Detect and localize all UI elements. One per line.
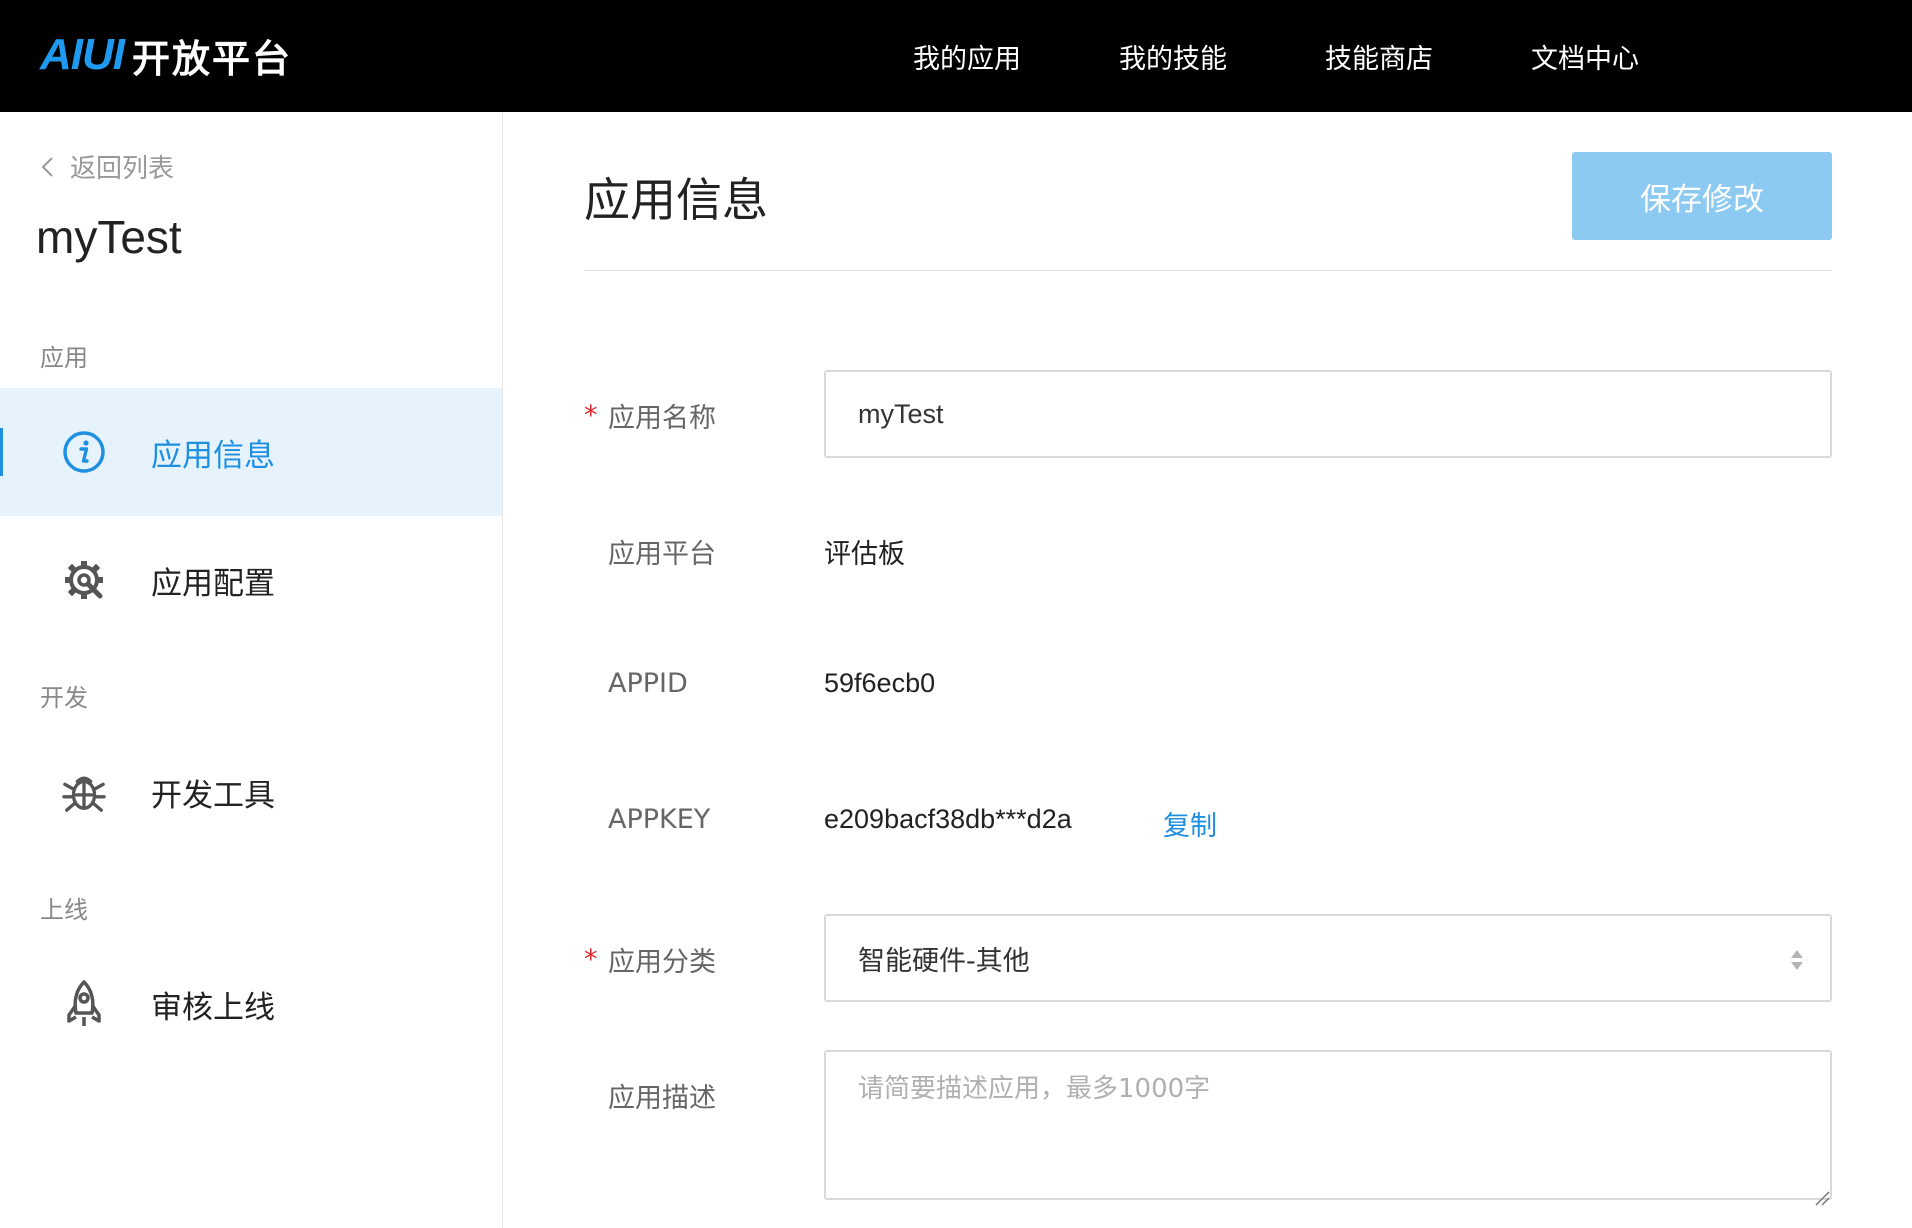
- sidebar-item-app-config[interactable]: 应用配置: [0, 516, 502, 644]
- app-platform-value: 评估板: [824, 539, 905, 569]
- sidebar: 返回列表 myTest 应用 应用信息 应用配置 开发 开发工具 上线 审核上线: [0, 112, 503, 1228]
- copy-appkey-link[interactable]: 复制: [1163, 804, 1217, 843]
- back-label: 返回列表: [70, 154, 175, 184]
- app-category-select[interactable]: 智能硬件-其他: [824, 914, 1832, 1002]
- required-marker: *: [584, 400, 598, 431]
- sidebar-item-label: 开发工具: [151, 777, 275, 814]
- info-icon: [62, 430, 106, 474]
- sidebar-item-label: 审核上线: [151, 989, 275, 1026]
- section-title-app: 应用: [40, 344, 88, 372]
- app-description-textarea[interactable]: [824, 1050, 1832, 1200]
- page-title: 应用信息: [584, 173, 768, 227]
- logo-mark: AIUI: [40, 30, 125, 79]
- resize-handle-icon[interactable]: [1814, 1190, 1830, 1206]
- nav-my-apps[interactable]: 我的应用: [913, 37, 1021, 76]
- app-platform-label: 应用平台: [608, 539, 716, 570]
- main-content: 应用信息 保存修改 * 应用名称 myTest 应用平台 评估板 APPID 59…: [504, 112, 1912, 1228]
- save-changes-button[interactable]: 保存修改: [1572, 152, 1832, 240]
- required-marker: *: [584, 944, 598, 975]
- top-navigation-bar: AIUI 开放平台 我的应用 我的技能 技能商店 文档中心: [0, 0, 1912, 112]
- sidebar-item-label: 应用配置: [151, 565, 275, 602]
- app-name-title: myTest: [36, 211, 182, 263]
- category-selected-value: 智能硬件-其他: [858, 945, 1030, 977]
- appkey-value: e209bacf38db***d2a: [824, 804, 1072, 834]
- nav-skill-store[interactable]: 技能商店: [1325, 37, 1433, 76]
- appkey-label: APPKEY: [608, 804, 711, 835]
- app-name-label: * 应用名称: [584, 400, 716, 434]
- appid-label: APPID: [608, 668, 688, 699]
- section-title-launch: 上线: [40, 896, 88, 924]
- app-description-label: 应用描述: [608, 1083, 716, 1114]
- divider: [584, 270, 1832, 271]
- logo-text: 开放平台: [132, 36, 293, 81]
- appid-value: 59f6ecb0: [824, 668, 936, 698]
- section-title-dev: 开发: [40, 684, 88, 712]
- select-arrows-icon: [1791, 950, 1803, 970]
- rocket-icon: [62, 980, 106, 1026]
- app-name-input[interactable]: myTest: [824, 370, 1832, 458]
- app-category-label: * 应用分类: [584, 944, 716, 978]
- gear-icon: [62, 558, 106, 602]
- chevron-left-icon: [41, 156, 53, 177]
- sidebar-item-dev-tools[interactable]: 开发工具: [0, 728, 502, 856]
- back-to-list-link[interactable]: 返回列表: [40, 148, 174, 185]
- main-nav: 我的应用 我的技能 技能商店 文档中心: [913, 0, 1737, 112]
- bug-icon: [62, 770, 106, 814]
- sidebar-item-review-launch[interactable]: 审核上线: [0, 940, 502, 1068]
- sidebar-item-label: 应用信息: [151, 437, 275, 474]
- sidebar-item-app-info[interactable]: 应用信息: [0, 388, 502, 516]
- nav-my-skills[interactable]: 我的技能: [1119, 37, 1227, 76]
- logo[interactable]: AIUI 开放平台: [40, 30, 293, 81]
- nav-docs[interactable]: 文档中心: [1531, 37, 1639, 76]
